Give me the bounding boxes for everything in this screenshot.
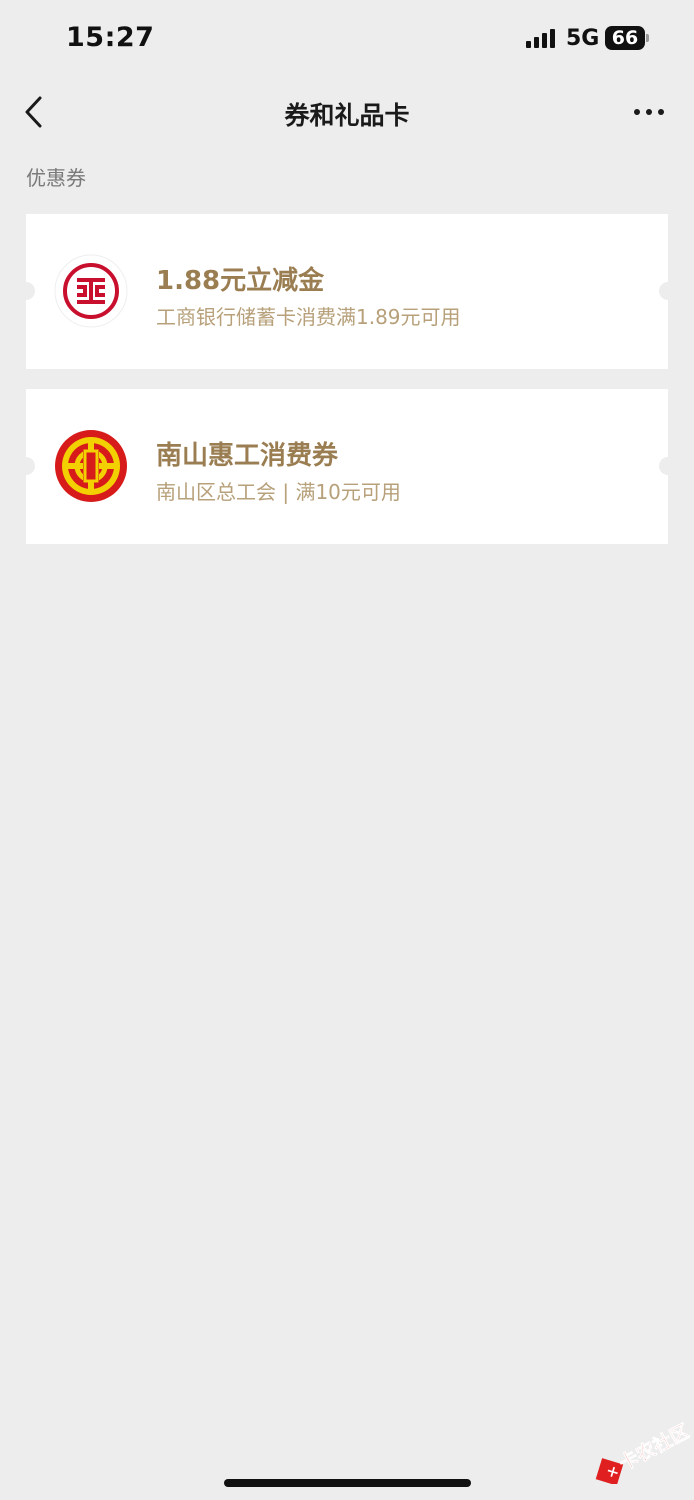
- more-dot-icon: [634, 109, 640, 115]
- network-type: 5G: [566, 26, 600, 51]
- coupon-notch: [17, 457, 35, 475]
- coupon-notch: [17, 282, 35, 300]
- watermark-logo-icon: × 卡农社区: [595, 1419, 690, 1484]
- coupon-notch: [659, 457, 677, 475]
- battery-cap: [646, 34, 649, 42]
- more-button[interactable]: [628, 98, 668, 126]
- coupon-title: 1.88元立减金: [156, 266, 325, 296]
- coupon-notch: [659, 282, 677, 300]
- trade-union-logo-icon: [55, 430, 127, 502]
- home-indicator[interactable]: [224, 1479, 471, 1487]
- status-time: 15:27: [66, 22, 155, 53]
- page-title: 券和礼品卡: [284, 101, 410, 130]
- more-dot-icon: [646, 109, 652, 115]
- coupon-title: 南山惠工消费券: [156, 441, 339, 471]
- status-bar: 15:27 5G 66: [0, 0, 694, 78]
- cellular-signal-icon: [526, 28, 558, 48]
- coupon-description: 南山区总工会 | 满10元可用: [156, 480, 401, 504]
- coupon-description: 工商银行储蓄卡消费满1.89元可用: [156, 305, 461, 329]
- more-dot-icon: [658, 109, 664, 115]
- watermark-text: 卡农社区: [615, 1419, 690, 1475]
- nav-bar: 券和礼品卡: [0, 78, 694, 148]
- battery-icon: 66: [605, 26, 645, 50]
- section-label: 优惠券: [26, 166, 86, 190]
- coupon-card[interactable]: 南山惠工消费券 南山区总工会 | 满10元可用: [17, 389, 677, 544]
- icbc-logo-icon: [54, 254, 128, 328]
- coupon-card[interactable]: 1.88元立减金 工商银行储蓄卡消费满1.89元可用: [17, 214, 677, 369]
